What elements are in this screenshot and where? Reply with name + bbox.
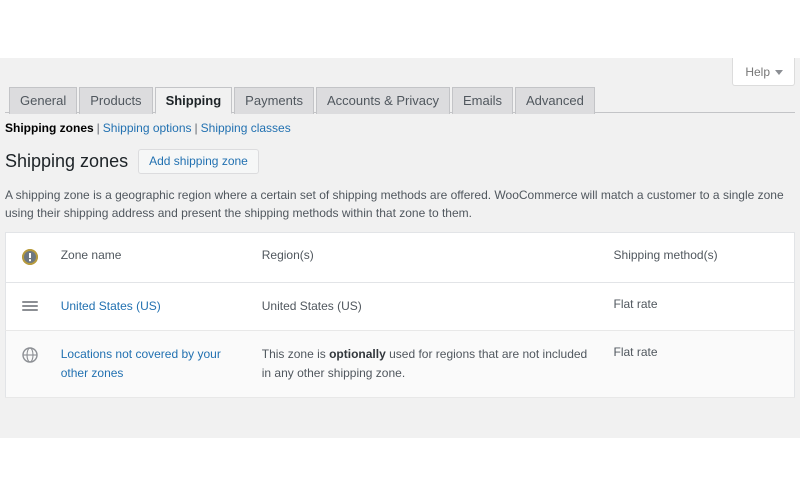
zone-region-prefix: United States (US) — [261, 299, 362, 313]
tab-payments[interactable]: Payments — [234, 87, 314, 114]
row-zone-name-cell: Locations not covered by your other zone… — [51, 331, 252, 398]
settings-tab-bar: General Products Shipping Payments Accounts … — [5, 86, 795, 114]
row-region-cell: United States (US) — [252, 283, 604, 331]
tab-accounts-and-privacy[interactable]: Accounts & Privacy — [315, 87, 450, 114]
column-header-handle — [5, 232, 51, 283]
page-header: Shipping zones Add shipping zone — [5, 148, 259, 174]
tab-advanced[interactable]: Advanced — [515, 87, 595, 114]
tab-general[interactable]: General — [9, 87, 78, 114]
subnav-shipping-classes[interactable]: Shipping classes — [201, 121, 291, 135]
row-method-cell: Flat rate — [604, 331, 795, 398]
row-drag-cell[interactable] — [6, 283, 51, 331]
row-method-cell: Flat rate — [604, 283, 795, 331]
zone-method-text: Flat rate — [613, 297, 658, 311]
globe-icon — [22, 347, 38, 363]
column-header-methods: Shipping method(s) — [603, 232, 795, 283]
help-button-label: Help — [745, 64, 770, 79]
column-header-zone-name: Zone name — [50, 232, 252, 283]
shipping-subnav: Shipping zones | Shipping options | Shipping… — [5, 120, 291, 136]
zone-region-emphasis: optionally — [329, 347, 386, 361]
help-button[interactable]: Help — [732, 58, 795, 86]
zone-name-link[interactable]: Locations not covered by your other zone… — [61, 347, 221, 380]
tab-shipping[interactable]: Shipping — [154, 87, 233, 114]
page-title: Shipping zones — [5, 151, 129, 171]
zone-region-text: This zone is optionally used for regions… — [262, 347, 588, 380]
page-description: A shipping zone is a geographic region w… — [5, 188, 784, 220]
drag-handle-icon[interactable] — [22, 299, 38, 315]
subnav-shipping-zones[interactable]: Shipping zones — [5, 121, 94, 135]
row-globe-cell — [6, 331, 51, 398]
zone-method-text: Flat rate — [613, 345, 658, 359]
help-bar: Help — [732, 58, 795, 86]
woocommerce-shipping-zones-screen: Help General Products Shipping Payments Acco… — [0, 0, 800, 500]
subnav-separator-1: | — [96, 121, 100, 135]
table-body: United States (US) United States (US) Fl… — [5, 283, 795, 398]
add-shipping-zone-button[interactable]: Add shipping zone — [138, 148, 259, 174]
shipping-zones-table: Zone name Region(s) Shipping method(s) U… — [5, 232, 795, 398]
zone-region-prefix: This zone is — [261, 347, 330, 361]
table-row: United States (US) United States (US) Fl… — [5, 283, 795, 331]
row-region-cell: This zone is optionally used for regions… — [252, 331, 604, 398]
tab-products[interactable]: Products — [79, 87, 153, 114]
tab-emails[interactable]: Emails — [451, 87, 513, 114]
table-header-row: Zone name Region(s) Shipping method(s) — [5, 232, 795, 283]
subnav-shipping-options[interactable]: Shipping options — [103, 121, 192, 135]
zone-name-link[interactable]: United States (US) — [61, 299, 161, 313]
zone-region-text: United States (US) — [262, 299, 362, 313]
chevron-down-icon — [775, 69, 783, 75]
subnav-separator-2: | — [194, 121, 198, 135]
column-header-regions: Region(s) — [251, 232, 604, 283]
row-zone-name-cell: United States (US) — [51, 283, 252, 331]
table-row: Locations not covered by your other zone… — [5, 330, 795, 398]
help-tip-icon[interactable] — [22, 249, 38, 265]
table-head: Zone name Region(s) Shipping method(s) — [5, 232, 795, 283]
